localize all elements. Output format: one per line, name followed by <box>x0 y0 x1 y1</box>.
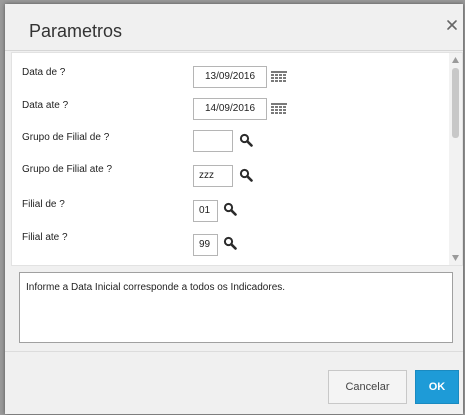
cancel-button[interactable]: Cancelar <box>328 370 407 404</box>
date-from-label: Data de ? <box>22 67 66 78</box>
branch-group-from-field[interactable] <box>193 130 233 152</box>
parameters-form: Data de ? 13/09/2016 Data ate ? 14/09/20… <box>11 52 463 266</box>
help-text-box: Informe a Data Inicial corresponde a tod… <box>19 272 453 343</box>
scroll-thumb[interactable] <box>452 68 459 138</box>
calendar-icon[interactable] <box>271 71 287 83</box>
close-icon[interactable] <box>445 18 459 32</box>
search-icon[interactable] <box>239 133 253 147</box>
parametros-dialog: Parametros Data de ? 13/09/2016 Data ate… <box>5 4 463 414</box>
date-to-field[interactable]: 14/09/2016 <box>193 98 267 120</box>
date-to-label: Data ate ? <box>22 100 69 111</box>
branch-from-field[interactable]: 01 <box>193 200 218 222</box>
branch-group-to-field[interactable]: zzz <box>193 165 233 187</box>
calendar-icon[interactable] <box>271 103 287 115</box>
search-icon[interactable] <box>239 168 253 182</box>
scroll-down-icon[interactable] <box>452 255 459 261</box>
search-icon[interactable] <box>223 202 237 216</box>
branch-from-label: Filial de ? <box>22 199 65 210</box>
branch-to-label: Filial ate ? <box>22 232 68 243</box>
form-scrollbar[interactable] <box>449 53 462 265</box>
ok-button[interactable]: OK <box>415 370 459 404</box>
branch-to-field[interactable]: 99 <box>193 234 218 256</box>
date-from-field[interactable]: 13/09/2016 <box>193 66 267 88</box>
branch-group-to-label: Grupo de Filial ate ? <box>22 164 113 175</box>
branch-group-from-label: Grupo de Filial de ? <box>22 132 110 143</box>
search-icon[interactable] <box>223 236 237 250</box>
dialog-footer: Cancelar OK <box>5 351 463 415</box>
scroll-up-icon[interactable] <box>452 57 459 63</box>
dialog-titlebar: Parametros <box>5 4 463 51</box>
dialog-title: Parametros <box>29 21 123 41</box>
help-text: Informe a Data Inicial corresponde a tod… <box>26 282 286 293</box>
